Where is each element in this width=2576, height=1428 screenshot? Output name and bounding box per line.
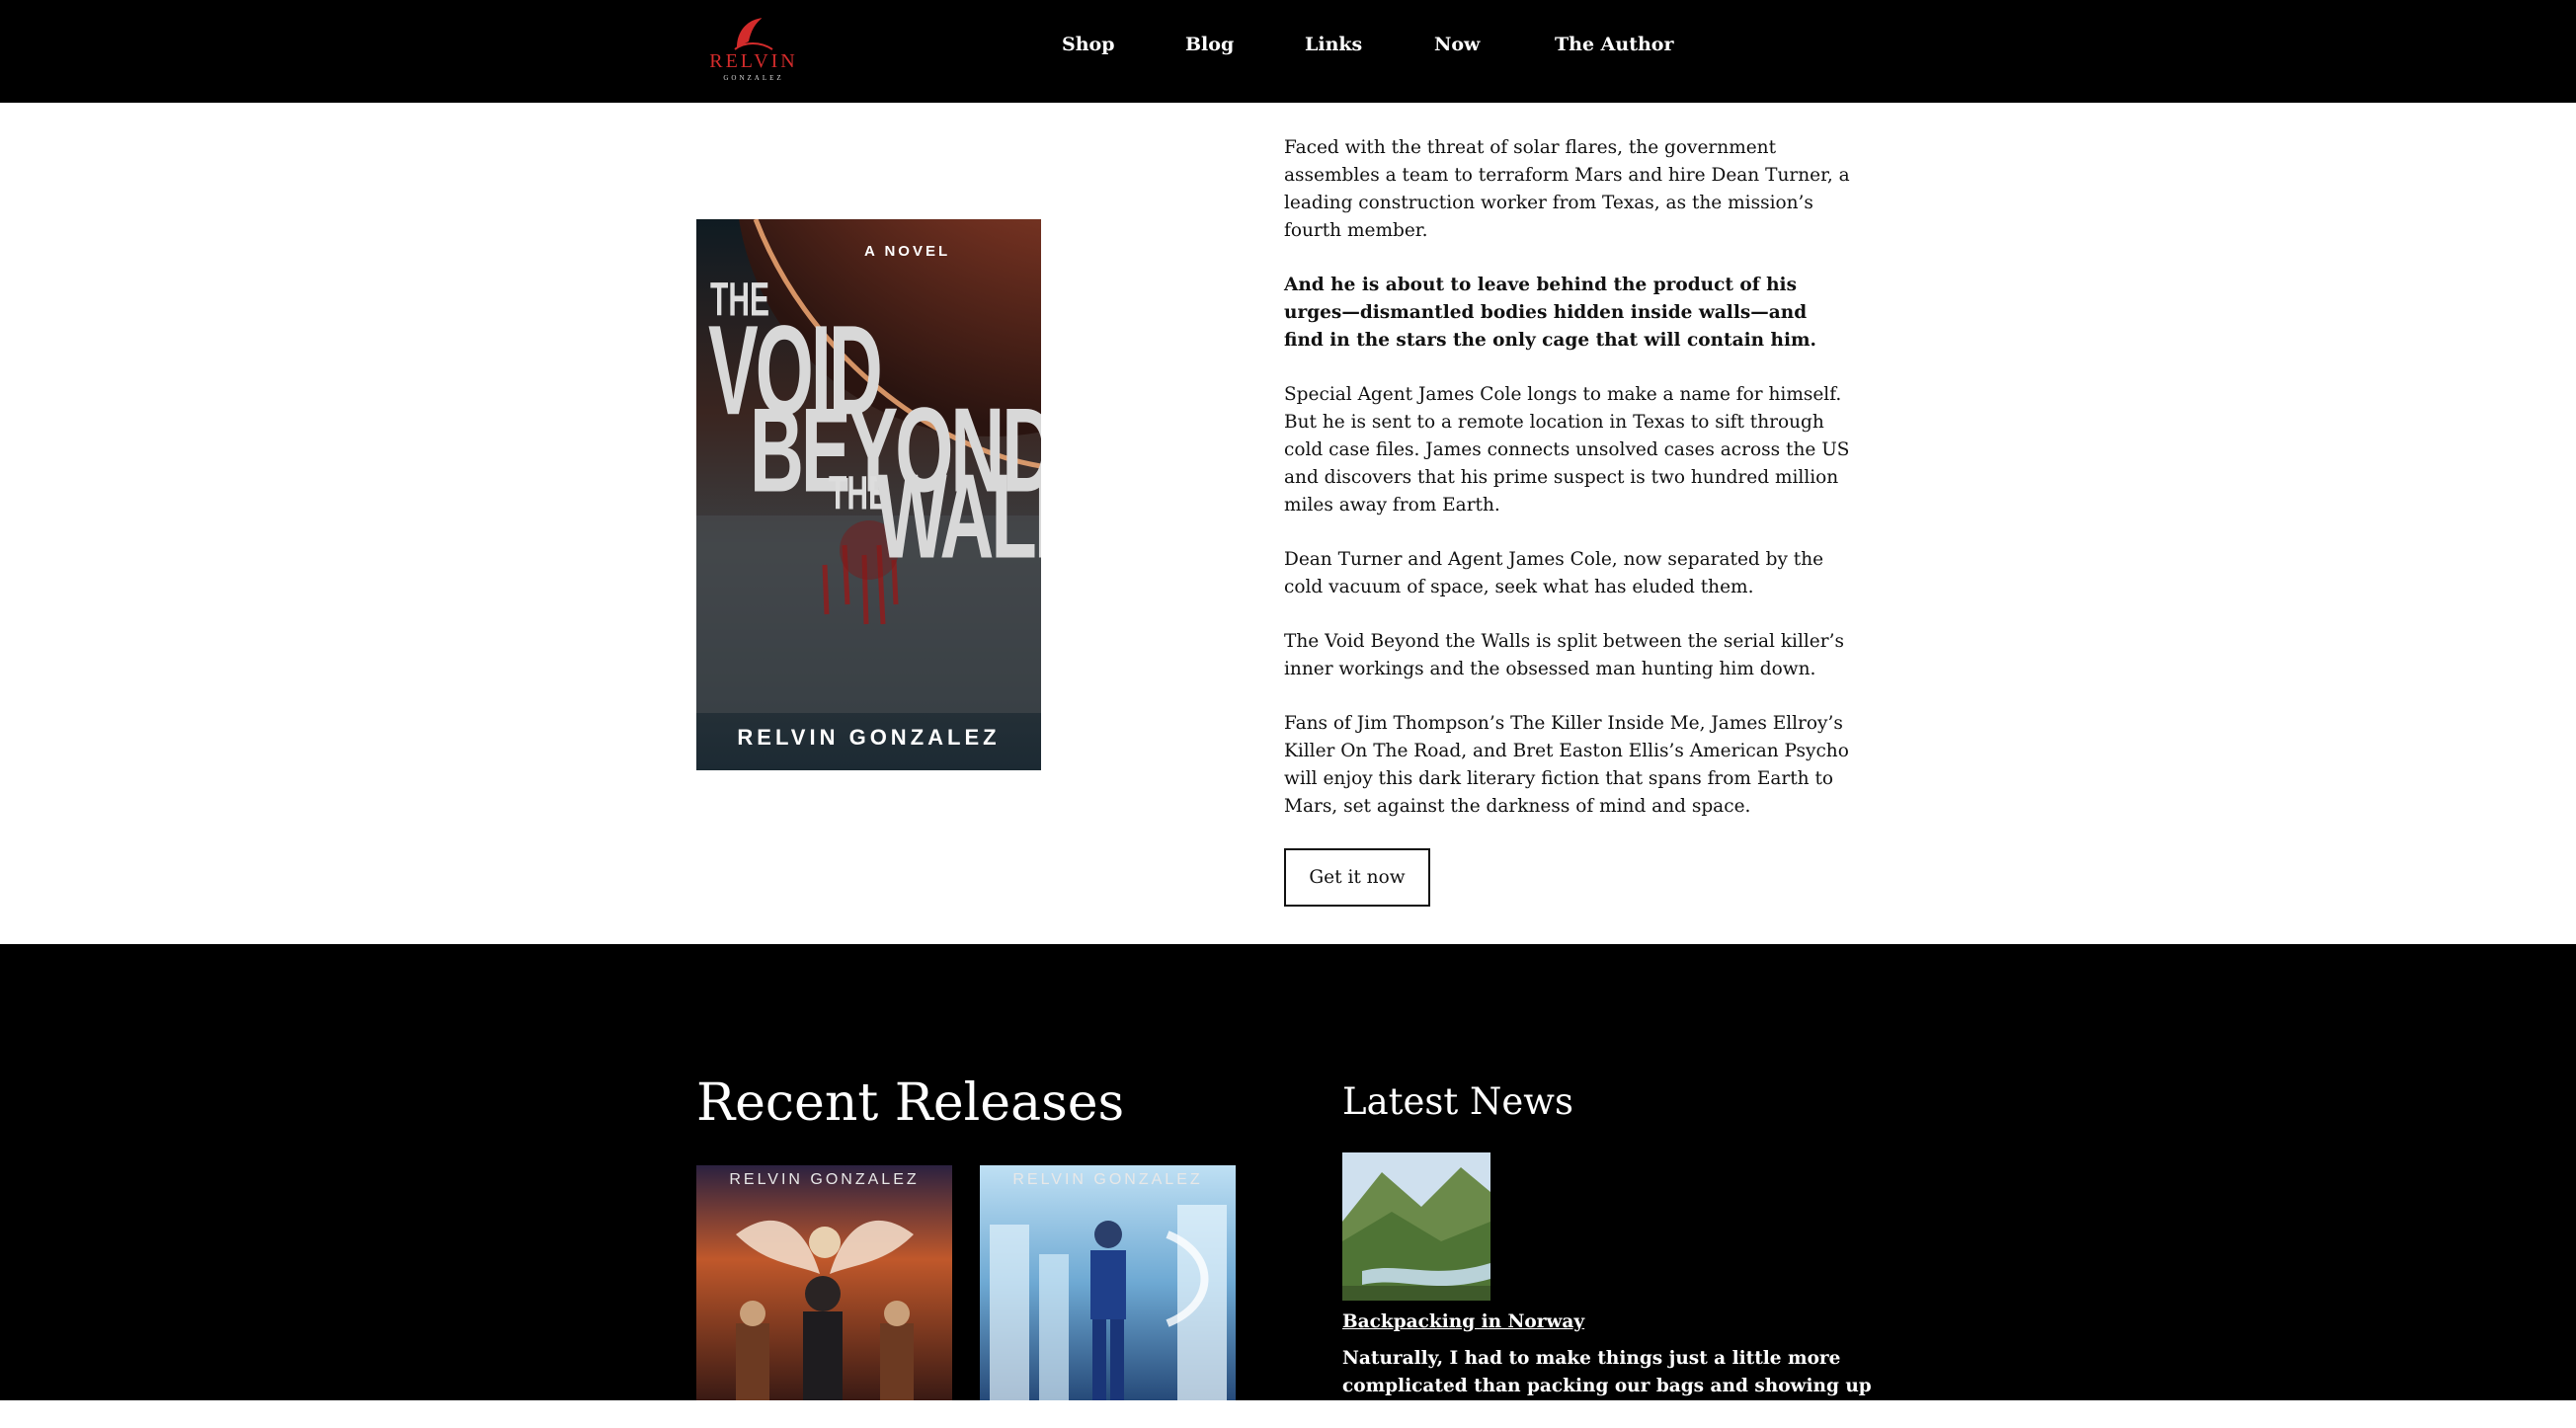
nav-shop[interactable]: Shop xyxy=(1062,30,1115,59)
book-description: Faced with the threat of solar flares, t… xyxy=(1284,134,1852,847)
cover-title-word: WALLS xyxy=(876,449,1041,585)
logo-name: RELVIN xyxy=(709,50,798,72)
news-post-excerpt: Naturally, I had to make things just a l… xyxy=(1342,1348,1872,1424)
news-post-title-link[interactable]: Backpacking in Norway xyxy=(1342,1309,1584,1335)
logo-subname: GONZALEZ xyxy=(723,74,784,82)
recent-release-cover[interactable]: RELVIN GONZALEZ xyxy=(696,1165,952,1400)
news-thumbnail[interactable] xyxy=(1342,1152,1490,1301)
recent-release-cover[interactable]: RELVIN GONZALEZ xyxy=(980,1165,1236,1400)
nav-blog[interactable]: Blog xyxy=(1185,30,1234,59)
book-cover-image[interactable]: A NOVEL THE VOID BEYOND THE WALLS RELVIN… xyxy=(696,219,1041,770)
nav-now[interactable]: Now xyxy=(1434,30,1480,59)
nav-the-author[interactable]: The Author xyxy=(1555,30,1674,59)
get-it-now-button[interactable]: Get it now xyxy=(1284,848,1430,907)
description-paragraph: Dean Turner and Agent James Cole, now se… xyxy=(1284,549,1824,597)
site-logo[interactable]: RELVIN GONZALEZ xyxy=(709,12,798,82)
news-thumbnail-image xyxy=(1342,1152,1490,1301)
cover-author: RELVIN GONZALEZ xyxy=(737,725,1001,750)
description-paragraph-bold: And he is about to leave behind the prod… xyxy=(1284,275,1816,351)
nav-links[interactable]: Links xyxy=(1305,30,1362,59)
cover-tagline: A NOVEL xyxy=(864,243,951,260)
description-paragraph: The Void Beyond the Walls is split betwe… xyxy=(1284,631,1844,679)
footer-section xyxy=(0,944,2576,1400)
description-paragraph: Fans of Jim Thompson’s The Killer Inside… xyxy=(1284,713,1849,817)
recent-releases-heading: Recent Releases xyxy=(696,1073,1125,1133)
top-navigation-bar: RELVIN GONZALEZ Shop Blog Links Now The … xyxy=(0,0,2576,103)
description-paragraph: Faced with the threat of solar flares, t… xyxy=(1284,137,1850,241)
description-paragraph: Special Agent James Cole longs to make a… xyxy=(1284,384,1850,516)
recent-release-art xyxy=(980,1165,1236,1400)
latest-news-heading: Latest News xyxy=(1342,1080,1573,1123)
quill-logo-icon xyxy=(734,17,773,50)
recent-release-author: RELVIN GONZALEZ xyxy=(729,1171,920,1188)
recent-release-author: RELVIN GONZALEZ xyxy=(1012,1171,1203,1188)
recent-release-art xyxy=(696,1165,952,1400)
